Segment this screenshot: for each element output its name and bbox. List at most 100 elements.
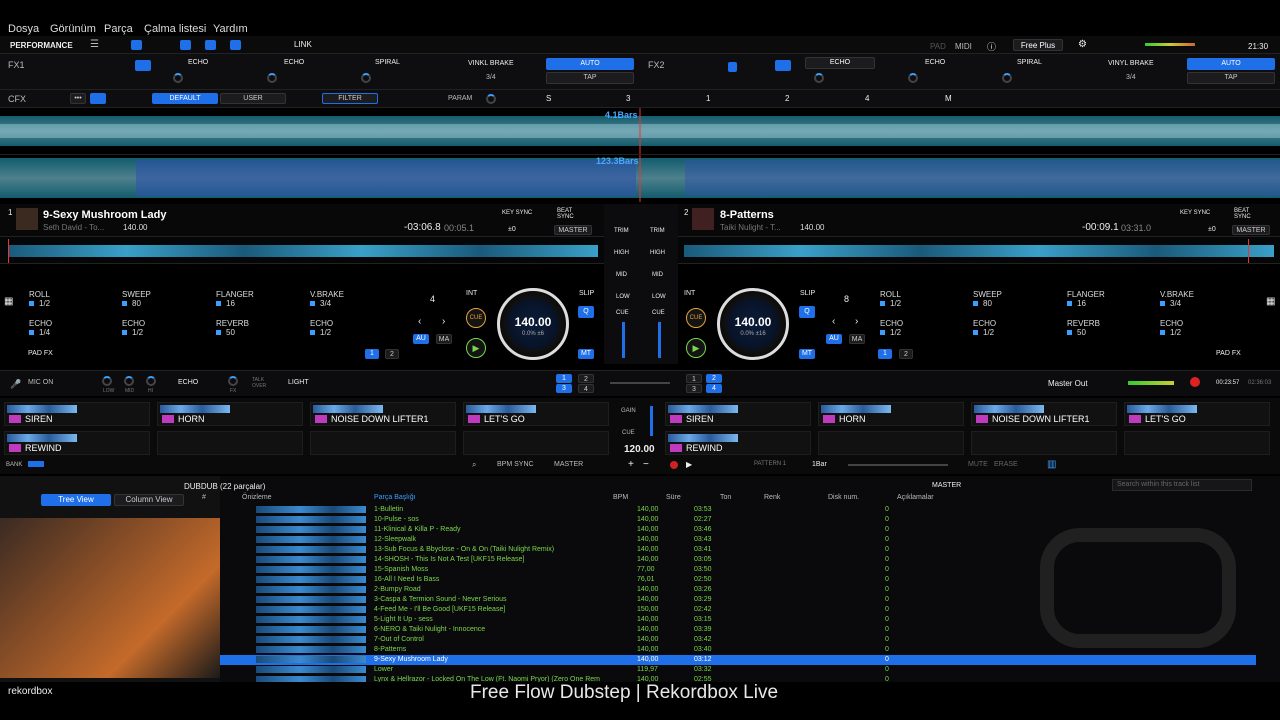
deck1-pad-grid-icon[interactable]: ▦: [4, 296, 13, 307]
sequence-record-button[interactable]: [670, 461, 678, 469]
assign-2b-button[interactable]: 2: [706, 374, 722, 383]
record-icon[interactable]: [230, 40, 241, 50]
fx2-brake[interactable]: VINYL BRAKE: [1108, 60, 1154, 67]
cfx-user-tab[interactable]: USER: [220, 93, 286, 104]
track-search-input[interactable]: Search within this track list: [1112, 479, 1252, 491]
menu-playlist[interactable]: Çalma listesi: [144, 23, 206, 35]
deck2-auto-button[interactable]: AU: [826, 334, 842, 344]
fx2-tap-button[interactable]: TAP: [1187, 72, 1275, 84]
cfx-s-label[interactable]: S: [546, 94, 551, 103]
fx1-knob1[interactable]: [173, 73, 183, 83]
assign-3-button[interactable]: 3: [556, 384, 572, 393]
deck1-auto-button[interactable]: AU: [413, 334, 429, 344]
deck1-quantize-button[interactable]: Q: [578, 306, 594, 318]
cfx-param-knob[interactable]: [486, 94, 496, 104]
deck2-pad-grid-icon[interactable]: ▦: [1266, 296, 1275, 307]
deck1-page-2[interactable]: 2: [385, 349, 399, 359]
menu-track[interactable]: Parça: [104, 23, 133, 35]
light-select[interactable]: LIGHT: [288, 379, 309, 386]
sampler-slot-11[interactable]: [310, 431, 456, 455]
deck1-slip-button[interactable]: SLIP: [579, 290, 594, 297]
deck1-pad-2[interactable]: SWEEP 80: [122, 290, 151, 308]
gear-icon[interactable]: ⚙: [1078, 39, 1087, 50]
column-view-tab[interactable]: Column View: [114, 494, 184, 506]
deck1-page-1[interactable]: 1: [365, 349, 379, 359]
mic-echo-select[interactable]: ECHO: [178, 379, 198, 386]
deck1-play-button[interactable]: ▶: [466, 338, 486, 358]
col-title[interactable]: Parça Başlığı: [374, 494, 416, 501]
cfx-1-label[interactable]: 1: [706, 94, 710, 103]
deck1-pad-5[interactable]: ECHO 1/4: [29, 319, 52, 337]
deck1-master-button[interactable]: MASTER: [554, 225, 592, 235]
deck1-pad-1[interactable]: ROLL 1/2: [29, 290, 50, 308]
cfx-4-label[interactable]: 4: [865, 94, 869, 103]
sampler-slot-2[interactable]: HORN: [157, 402, 303, 426]
fx2-channel-button[interactable]: [728, 62, 737, 72]
cfx-2-label[interactable]: 2: [785, 94, 789, 103]
deck2-slip-button[interactable]: SLIP: [800, 290, 815, 297]
deck1-loop-length[interactable]: 4: [430, 294, 435, 304]
table-row[interactable]: 1-Bulletin 140,00 03:53 0: [220, 505, 1256, 515]
fx1-tap-button[interactable]: TAP: [546, 72, 634, 84]
browser-master-select[interactable]: MASTER: [932, 482, 961, 489]
fx2-auto-button[interactable]: AUTO: [1187, 58, 1275, 70]
deck1-cue-button[interactable]: CUE: [466, 308, 486, 328]
deck1-loop-half[interactable]: ‹: [418, 316, 421, 327]
channel2-fader[interactable]: [658, 322, 661, 358]
sampler-slot-12[interactable]: [463, 431, 609, 455]
deck2-loop-half[interactable]: ‹: [832, 316, 835, 327]
fx1-beat[interactable]: 3/4: [486, 74, 496, 81]
fx2-assign-button[interactable]: [775, 60, 791, 71]
layout-icon[interactable]: [131, 40, 142, 50]
mixer-cue-2[interactable]: CUE: [652, 310, 665, 316]
deck1-pad-3[interactable]: FLANGER 16: [216, 290, 254, 308]
sampler-slot-14[interactable]: [818, 431, 964, 455]
deck2-pad-1[interactable]: ROLL 1/2: [880, 290, 901, 308]
sampler-slot-13[interactable]: REWIND: [665, 431, 811, 455]
pad-label[interactable]: PAD: [930, 42, 946, 51]
col-time[interactable]: Süre: [666, 494, 681, 501]
sampler-search-icon[interactable]: ⌕: [472, 460, 476, 470]
sampler-bpm-sync-button[interactable]: BPM SYNC: [497, 461, 534, 468]
talkover-button[interactable]: TALK OVER: [252, 377, 270, 389]
sampler-slot-3[interactable]: NOISE DOWN LIFTER1: [310, 402, 456, 426]
assign-4-button[interactable]: 4: [578, 384, 594, 393]
deck2-padfx-select[interactable]: PAD FX: [1216, 350, 1241, 357]
menu-file[interactable]: Dosya: [8, 23, 39, 35]
channel1-fader[interactable]: [622, 322, 625, 358]
deck2-master-tempo-button[interactable]: MT: [799, 349, 815, 359]
mode-select[interactable]: PERFORMANCE: [10, 41, 73, 50]
deck2-overview-waveform[interactable]: [678, 236, 1280, 264]
sampler-slot-16[interactable]: [1124, 431, 1270, 455]
fx2-beat[interactable]: 3/4: [1126, 74, 1136, 81]
deck1-master-tempo-button[interactable]: MT: [578, 349, 594, 359]
fx2-knob2[interactable]: [908, 73, 918, 83]
deck2-int-select[interactable]: INT: [684, 290, 695, 297]
assign-3b-button[interactable]: 3: [686, 384, 702, 393]
plan-badge[interactable]: Free Plus: [1013, 39, 1063, 51]
pattern-select[interactable]: PATTERN 1: [754, 461, 786, 467]
deck1-keysync-button[interactable]: KEY SYNC: [502, 210, 532, 216]
deck1-manual-button[interactable]: MA: [436, 334, 452, 344]
grid-icon[interactable]: [180, 40, 191, 50]
deck2-pad-5[interactable]: ECHO 1/2: [880, 319, 903, 337]
deck2-beatsync-button[interactable]: BEAT SYNC: [1234, 208, 1252, 220]
bpm-minus-button[interactable]: −: [643, 459, 649, 470]
fx1-knob2[interactable]: [267, 73, 277, 83]
deck2-pad-3[interactable]: FLANGER 16: [1067, 290, 1105, 308]
record-button[interactable]: [1190, 377, 1200, 387]
menu-help[interactable]: Yardım: [213, 23, 248, 35]
deck2-page-2[interactable]: 2: [899, 349, 913, 359]
deck1-beatsync-button[interactable]: BEAT SYNC: [557, 208, 575, 220]
deck2-loop-double[interactable]: ›: [855, 316, 858, 327]
deck2-play-button[interactable]: ▶: [686, 338, 706, 358]
cfx-default-tab[interactable]: DEFAULT: [152, 93, 218, 104]
cfx-3-label[interactable]: 3: [626, 94, 630, 103]
sequence-progress[interactable]: [848, 464, 948, 466]
mic-icon[interactable]: 🎤: [10, 379, 21, 390]
deck1-loop-double[interactable]: ›: [442, 316, 445, 327]
fx1-assign-button[interactable]: [135, 60, 151, 71]
deck2-pad-2[interactable]: SWEEP 80: [973, 290, 1002, 308]
mixer-icon[interactable]: [205, 40, 216, 50]
assign-2-button[interactable]: 2: [578, 374, 594, 383]
